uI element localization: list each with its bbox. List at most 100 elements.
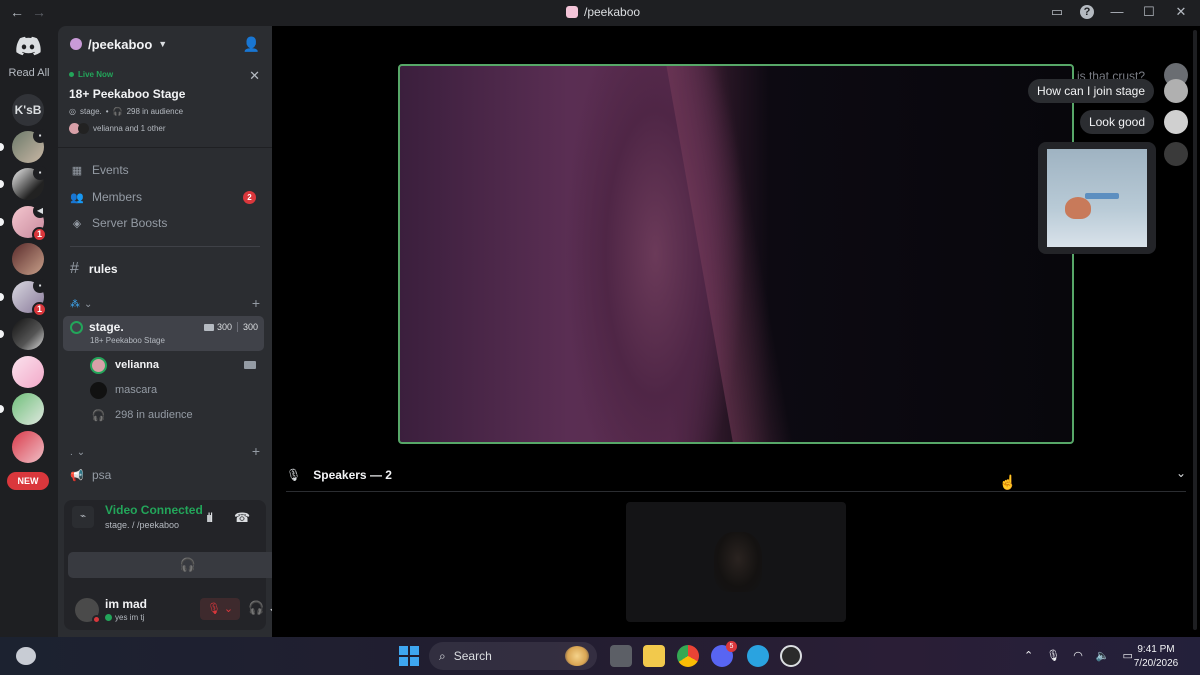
windows-taskbar: ⌕ Search 5 ⌃ 🎙 ◠ 🔈 ▭ 9:41 PM 7/20/2026 bbox=[0, 637, 1200, 675]
history-nav: ← → bbox=[10, 4, 46, 20]
discord-taskbar-icon[interactable]: 5 bbox=[711, 641, 737, 667]
avatar bbox=[90, 356, 107, 374]
live-stage-card[interactable]: Live Now ✕ 18+ Peekaboo Stage ◎ stage. •… bbox=[58, 62, 272, 148]
deafen-button[interactable]: 🎧 ⌄ bbox=[248, 600, 272, 616]
server-name: /peekaboo bbox=[88, 36, 153, 52]
server-icon[interactable] bbox=[0, 393, 44, 425]
mouse-cursor-icon: ☝ bbox=[999, 474, 1017, 490]
server-icon[interactable]: ◀ 1 bbox=[0, 204, 47, 242]
cartoon-figure bbox=[1065, 197, 1091, 219]
chevron-up-icon[interactable]: ⌃ bbox=[1024, 649, 1033, 662]
channel-rules[interactable]: # rules bbox=[68, 257, 262, 281]
close-icon[interactable]: ✕ bbox=[1172, 4, 1190, 20]
server-icon[interactable]: ▪ bbox=[0, 129, 47, 163]
live-stage-title: 18+ Peekaboo Stage bbox=[69, 87, 186, 101]
task-view-icon[interactable] bbox=[610, 645, 632, 667]
category-header[interactable]: . ⌄ + bbox=[70, 443, 260, 459]
voice-status[interactable]: Video Connected bbox=[105, 503, 203, 517]
volume-icon[interactable]: 🔈 bbox=[1096, 649, 1110, 662]
server-icon[interactable]: ▪ bbox=[0, 166, 47, 200]
custom-status-text: yes im tj bbox=[115, 613, 145, 622]
headphones-button[interactable]: 🎧 bbox=[68, 552, 272, 578]
discord-logo-icon bbox=[16, 36, 41, 56]
scrollbar[interactable] bbox=[1193, 30, 1197, 630]
chevron-down-icon[interactable]: ⌄ bbox=[1176, 466, 1186, 480]
channel-stage[interactable]: stage. 18+ Peekaboo Stage 300 300 bbox=[63, 316, 264, 351]
microphone-icon[interactable]: 🎙 bbox=[1046, 649, 1060, 662]
add-channel-icon[interactable]: + bbox=[252, 443, 260, 459]
separator-dot: • bbox=[105, 107, 109, 116]
avatar[interactable] bbox=[1164, 142, 1188, 166]
obs-icon[interactable] bbox=[780, 645, 802, 667]
voice-location[interactable]: stage. / /peekaboo bbox=[105, 520, 179, 530]
server-icon[interactable] bbox=[12, 356, 44, 388]
close-icon[interactable]: ✕ bbox=[249, 68, 260, 84]
connection-signal-icon[interactable]: ⌁ bbox=[72, 506, 94, 528]
sidebar-item-server-boosts[interactable]: ◈ Server Boosts bbox=[68, 211, 262, 235]
chat-bubble: Look good bbox=[1079, 110, 1154, 134]
channel-psa[interactable]: 📢 psa bbox=[68, 463, 262, 487]
help-icon[interactable]: ? bbox=[1080, 5, 1094, 19]
stage-icon: ◎ bbox=[69, 107, 76, 116]
speakers-label: Speakers — 2 bbox=[313, 467, 392, 482]
unread-pill bbox=[0, 218, 4, 226]
discord-home-button[interactable] bbox=[11, 31, 45, 61]
avatar[interactable] bbox=[1164, 110, 1188, 134]
unread-pill bbox=[0, 330, 4, 338]
stage-topic: 18+ Peekaboo Stage bbox=[90, 336, 165, 345]
sidebar-item-events[interactable]: ▦ Events bbox=[68, 158, 262, 182]
server-icon[interactable] bbox=[0, 318, 44, 350]
server-icon[interactable] bbox=[12, 243, 44, 275]
wifi-icon[interactable]: ◠ bbox=[1073, 649, 1083, 662]
noise-suppression-icon[interactable]: ılıl bbox=[206, 510, 213, 525]
speaker-video bbox=[714, 532, 762, 592]
sidebar-item-members[interactable]: 👥 Members 2 bbox=[68, 185, 262, 209]
avatar[interactable] bbox=[75, 598, 101, 624]
chat-image-attachment[interactable] bbox=[1038, 142, 1156, 254]
mute-mic-button[interactable]: 🎙 ⌄ bbox=[200, 598, 240, 620]
search-highlight-icon bbox=[565, 646, 589, 666]
taskbar-search[interactable]: ⌕ Search bbox=[429, 642, 597, 670]
new-servers-badge[interactable]: NEW bbox=[7, 472, 49, 490]
username[interactable]: im mad bbox=[105, 597, 147, 611]
maximize-icon[interactable]: ☐ bbox=[1140, 4, 1158, 20]
category-header[interactable]: ⁂ ⌄ + bbox=[70, 295, 260, 311]
weather-widget-icon[interactable] bbox=[16, 647, 36, 665]
invite-people-icon[interactable]: 👤 bbox=[243, 36, 260, 53]
avatar[interactable] bbox=[1164, 79, 1188, 103]
stage-member[interactable]: velianna bbox=[90, 354, 262, 376]
add-channel-icon[interactable]: + bbox=[252, 295, 260, 311]
speaker-tile[interactable] bbox=[626, 502, 846, 622]
server-icon-ksb[interactable]: K'sB bbox=[12, 94, 44, 126]
members-count-badge: 2 bbox=[243, 191, 256, 204]
category-name: . bbox=[70, 446, 73, 458]
video-count: 300 bbox=[216, 322, 232, 332]
chevron-down-icon: ⌄ bbox=[76, 446, 86, 458]
file-explorer-icon[interactable] bbox=[643, 645, 665, 667]
stage-audience[interactable]: 🎧 298 in audience bbox=[90, 404, 262, 426]
minimize-icon[interactable]: — bbox=[1108, 4, 1126, 20]
stage-member[interactable]: mascara bbox=[90, 379, 262, 401]
inbox-icon[interactable]: ▭ bbox=[1048, 4, 1066, 20]
taskbar-clock[interactable]: 9:41 PM 7/20/2026 bbox=[1126, 643, 1186, 671]
speakers-section-header[interactable]: 🎙 Speakers — 2 ⌄ bbox=[286, 458, 1186, 492]
disconnect-icon[interactable]: ☎ bbox=[234, 510, 250, 526]
telegram-icon[interactable] bbox=[747, 645, 769, 667]
system-tray: ⌃ 🎙 ◠ 🔈 ▭ bbox=[1024, 649, 1133, 662]
read-all-button[interactable]: Read All bbox=[4, 67, 54, 79]
server-icon[interactable]: ▪ 1 bbox=[0, 279, 47, 317]
chevron-down-icon: ▼ bbox=[158, 39, 168, 49]
start-button[interactable] bbox=[399, 646, 419, 666]
category-emoji-icon: ⁂ bbox=[70, 298, 80, 310]
forward-arrow-icon[interactable]: → bbox=[32, 4, 46, 20]
live-stage-channel: stage. bbox=[79, 107, 102, 116]
live-stage-audience: 298 in audience bbox=[126, 107, 184, 116]
server-header[interactable]: /peekaboo ▼ 👤 bbox=[58, 26, 272, 62]
chrome-icon[interactable] bbox=[677, 645, 699, 667]
avatar bbox=[90, 381, 107, 399]
speaker-video-stream[interactable] bbox=[398, 64, 1074, 444]
mention-badge: 1 bbox=[32, 227, 47, 242]
speaker-icon: ◀ bbox=[33, 204, 47, 218]
back-arrow-icon[interactable]: ← bbox=[10, 4, 24, 20]
server-icon[interactable] bbox=[12, 431, 44, 463]
